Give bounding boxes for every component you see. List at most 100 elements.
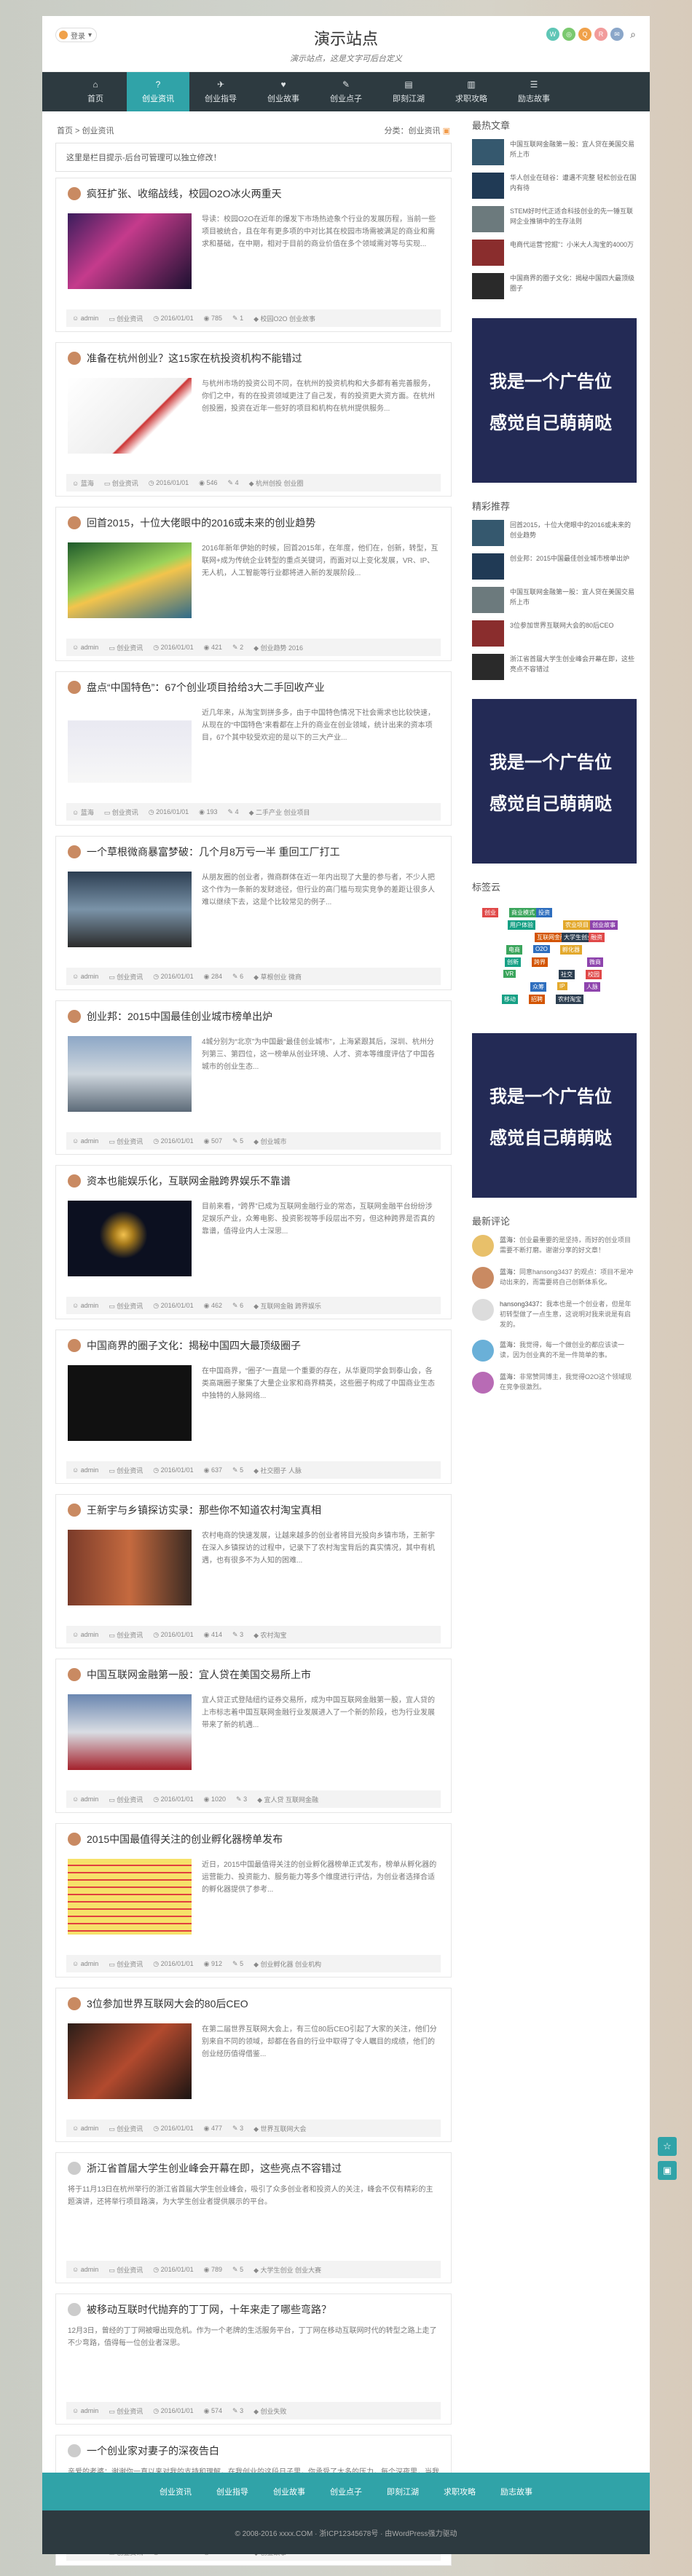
- meta-folder[interactable]: ▭ 创业资讯: [109, 1959, 143, 1969]
- meta-folder[interactable]: ▭ 创业资讯: [109, 643, 143, 652]
- author-avatar[interactable]: [68, 1010, 81, 1023]
- author-avatar[interactable]: [68, 1174, 81, 1188]
- author-avatar[interactable]: [68, 1668, 81, 1681]
- post-title[interactable]: 创业邦：2015中国最佳创业城市榜单出炉: [87, 1009, 272, 1024]
- tag-15[interactable]: 社交: [559, 970, 575, 979]
- post-title[interactable]: 2015中国最值得关注的创业孵化器榜单发布: [87, 1832, 283, 1846]
- post-thumbnail[interactable]: [68, 1365, 192, 1441]
- meta-tag[interactable]: ◆ 杭州创投 创业圈: [249, 478, 304, 488]
- meta-folder[interactable]: ▭ 创业资讯: [109, 1795, 143, 1804]
- author-avatar[interactable]: [68, 1504, 81, 1517]
- wechat-icon[interactable]: ◎: [562, 28, 575, 41]
- meta-user[interactable]: ☺ 蓝海: [72, 807, 94, 817]
- meta-tag[interactable]: ◆ 宜人贷 互联网金融: [257, 1795, 318, 1804]
- tag-21[interactable]: 移动: [502, 995, 518, 1004]
- footer-nav-item[interactable]: 求职攻略: [444, 2486, 476, 2497]
- post-thumbnail[interactable]: [68, 378, 192, 454]
- meta-tag[interactable]: ◆ 互联网金融 跨界娱乐: [253, 1301, 321, 1311]
- meta-tag[interactable]: ◆ 创业孵化器 创业机构: [253, 1959, 321, 1969]
- meta-tag[interactable]: ◆ 草根创业 微商: [253, 972, 302, 981]
- tag-1[interactable]: 商业模式: [509, 908, 537, 917]
- post-thumbnail[interactable]: [68, 213, 192, 289]
- post-title[interactable]: 疯狂扩张、收缩战线，校园O2O冰火两重天: [87, 186, 282, 201]
- post-title[interactable]: 盘点“中国特色”：67个创业项目拾给3大二手回收产业: [87, 680, 325, 695]
- breadcrumb-path[interactable]: 首页 > 创业资讯: [57, 125, 114, 136]
- footer-nav-item[interactable]: 创业点子: [330, 2486, 362, 2497]
- tag-10[interactable]: O2O: [533, 945, 550, 953]
- footer-nav-item[interactable]: 创业故事: [273, 2486, 305, 2497]
- comment-item[interactable]: 蓝海：非常赞同博主，我觉得O2O这个领域现在竞争很激烈。: [472, 1372, 637, 1394]
- sidebar-item[interactable]: 3位参加世界互联网大会的80后CEO: [472, 620, 637, 649]
- comment-item[interactable]: 蓝海：同意hansong3437 的观点：项目不是冲动出来的，而需要将自己创新体…: [472, 1267, 637, 1289]
- tag-11[interactable]: 孵化器: [560, 945, 582, 955]
- tag-18[interactable]: 众筹: [530, 982, 546, 992]
- weibo-icon[interactable]: W: [546, 28, 559, 41]
- post-thumbnail[interactable]: [68, 1201, 192, 1276]
- post-title[interactable]: 中国互联网金融第一股：宜人贷在美国交易所上市: [87, 1667, 311, 1682]
- tag-0[interactable]: 创业: [482, 908, 498, 917]
- meta-tag[interactable]: ◆ 大学生创业 创业大赛: [253, 2265, 321, 2275]
- meta-folder[interactable]: ▭ 创业资讯: [109, 1630, 143, 1640]
- meta-user[interactable]: ☺ 蓝海: [72, 478, 94, 488]
- sidebar-item[interactable]: 浙江省首届大学生创业峰会开幕在即，这些亮点不容错过: [472, 654, 637, 683]
- tag-14[interactable]: 跨界: [532, 957, 548, 967]
- meta-tag[interactable]: ◆ 社交圈子 人脉: [253, 1466, 302, 1475]
- meta-tag[interactable]: ◆ 创业趋势 2016: [253, 643, 303, 652]
- sidebar-item[interactable]: 创业邦：2015中国最佳创业城市榜单出炉: [472, 553, 637, 582]
- sidebar-item[interactable]: STEM好时代正适合科技创业的先一锤互联网企业推销中的生存法则: [472, 206, 637, 235]
- nav-item-4[interactable]: ✎ 创业点子: [315, 72, 377, 111]
- tag-17[interactable]: VR: [503, 970, 516, 978]
- footer-nav-item[interactable]: 创业指导: [216, 2486, 248, 2497]
- meta-tag[interactable]: ◆ 二手产业 创业项目: [249, 807, 310, 817]
- post-title[interactable]: 王新宇与乡镇探访实录：那些你不知道农村淘宝真相: [87, 1503, 321, 1517]
- tag-8[interactable]: 融资: [589, 933, 605, 942]
- meta-user[interactable]: ☺ admin: [72, 644, 98, 651]
- author-avatar[interactable]: [68, 1833, 81, 1846]
- author-avatar[interactable]: [68, 1997, 81, 2010]
- mail-icon[interactable]: ✉: [610, 28, 624, 41]
- author-avatar[interactable]: [68, 516, 81, 529]
- author-avatar[interactable]: [68, 845, 81, 858]
- meta-folder[interactable]: ▭ 创业资讯: [109, 972, 143, 981]
- qrcode-icon[interactable]: ▣: [658, 2161, 677, 2180]
- meta-tag[interactable]: ◆ 世界互联网大会: [253, 2124, 306, 2133]
- post-thumbnail[interactable]: [68, 1036, 192, 1112]
- tag-5[interactable]: 用户体验: [508, 920, 535, 930]
- sidebar-item[interactable]: 电商代运营“挖掘”：小米大人淘宝的4000万: [472, 240, 637, 269]
- sidebar-item[interactable]: 中国互联网金融第一股：宜人贷在美国交易所上市: [472, 587, 637, 616]
- meta-tag[interactable]: ◆ 校园O2O 创业故事: [253, 314, 315, 323]
- nav-item-3[interactable]: ♥ 创业故事: [252, 72, 315, 111]
- meta-user[interactable]: ☺ admin: [72, 1795, 98, 1803]
- meta-folder[interactable]: ▭ 创业资讯: [109, 1301, 143, 1311]
- author-avatar[interactable]: [68, 2444, 81, 2457]
- post-title[interactable]: 被移动互联时代抛弃的丁丁网，十年来走了哪些弯路？: [87, 2302, 331, 2317]
- nav-item-6[interactable]: ▥ 求职攻略: [440, 72, 503, 111]
- ad-banner[interactable]: 我是一个广告位 感觉自己萌萌哒: [472, 699, 637, 864]
- author-avatar[interactable]: [68, 2162, 81, 2175]
- post-thumbnail[interactable]: [68, 542, 192, 618]
- comment-item[interactable]: 蓝海：我觉得，每一个做创业的都应该读一读，因为创业真的不是一件简单的事。: [472, 1340, 637, 1362]
- tag-4[interactable]: 创业故事: [590, 920, 618, 930]
- meta-user[interactable]: ☺ admin: [72, 973, 98, 980]
- search-icon[interactable]: ⌕: [626, 28, 640, 41]
- sidebar-item[interactable]: 回首2015，十位大佬眼中的2016或未来的创业趋势: [472, 520, 637, 549]
- author-avatar[interactable]: [68, 352, 81, 365]
- author-avatar[interactable]: [68, 2303, 81, 2316]
- tag-3[interactable]: 农业项目: [563, 920, 591, 930]
- post-title[interactable]: 准备在杭州创业？这15家在杭投资机构不能错过: [87, 351, 302, 366]
- tag-12[interactable]: 微商: [587, 957, 603, 967]
- nav-item-2[interactable]: ✈ 创业指导: [189, 72, 252, 111]
- sidebar-item[interactable]: 中国商界的圈子文化：揭秘中国四大最顶级圈子: [472, 273, 637, 302]
- meta-tag[interactable]: ◆ 创业城市: [253, 1137, 286, 1146]
- meta-tag[interactable]: ◆ 创业失败: [253, 2406, 286, 2416]
- tag-20[interactable]: 人脉: [584, 982, 600, 992]
- sidebar-item[interactable]: 中国互联网金融第一股：宜人贷在美国交易所上市: [472, 139, 637, 168]
- author-avatar[interactable]: [68, 1339, 81, 1352]
- nav-item-5[interactable]: ▤ 即刻江湖: [377, 72, 440, 111]
- meta-user[interactable]: ☺ admin: [72, 1302, 98, 1309]
- meta-folder[interactable]: ▭ 创业资讯: [109, 1137, 143, 1146]
- tag-16[interactable]: 校园: [586, 970, 602, 979]
- rss-icon[interactable]: R: [594, 28, 608, 41]
- meta-folder[interactable]: ▭ 创业资讯: [109, 314, 143, 323]
- meta-user[interactable]: ☺ admin: [72, 2266, 98, 2273]
